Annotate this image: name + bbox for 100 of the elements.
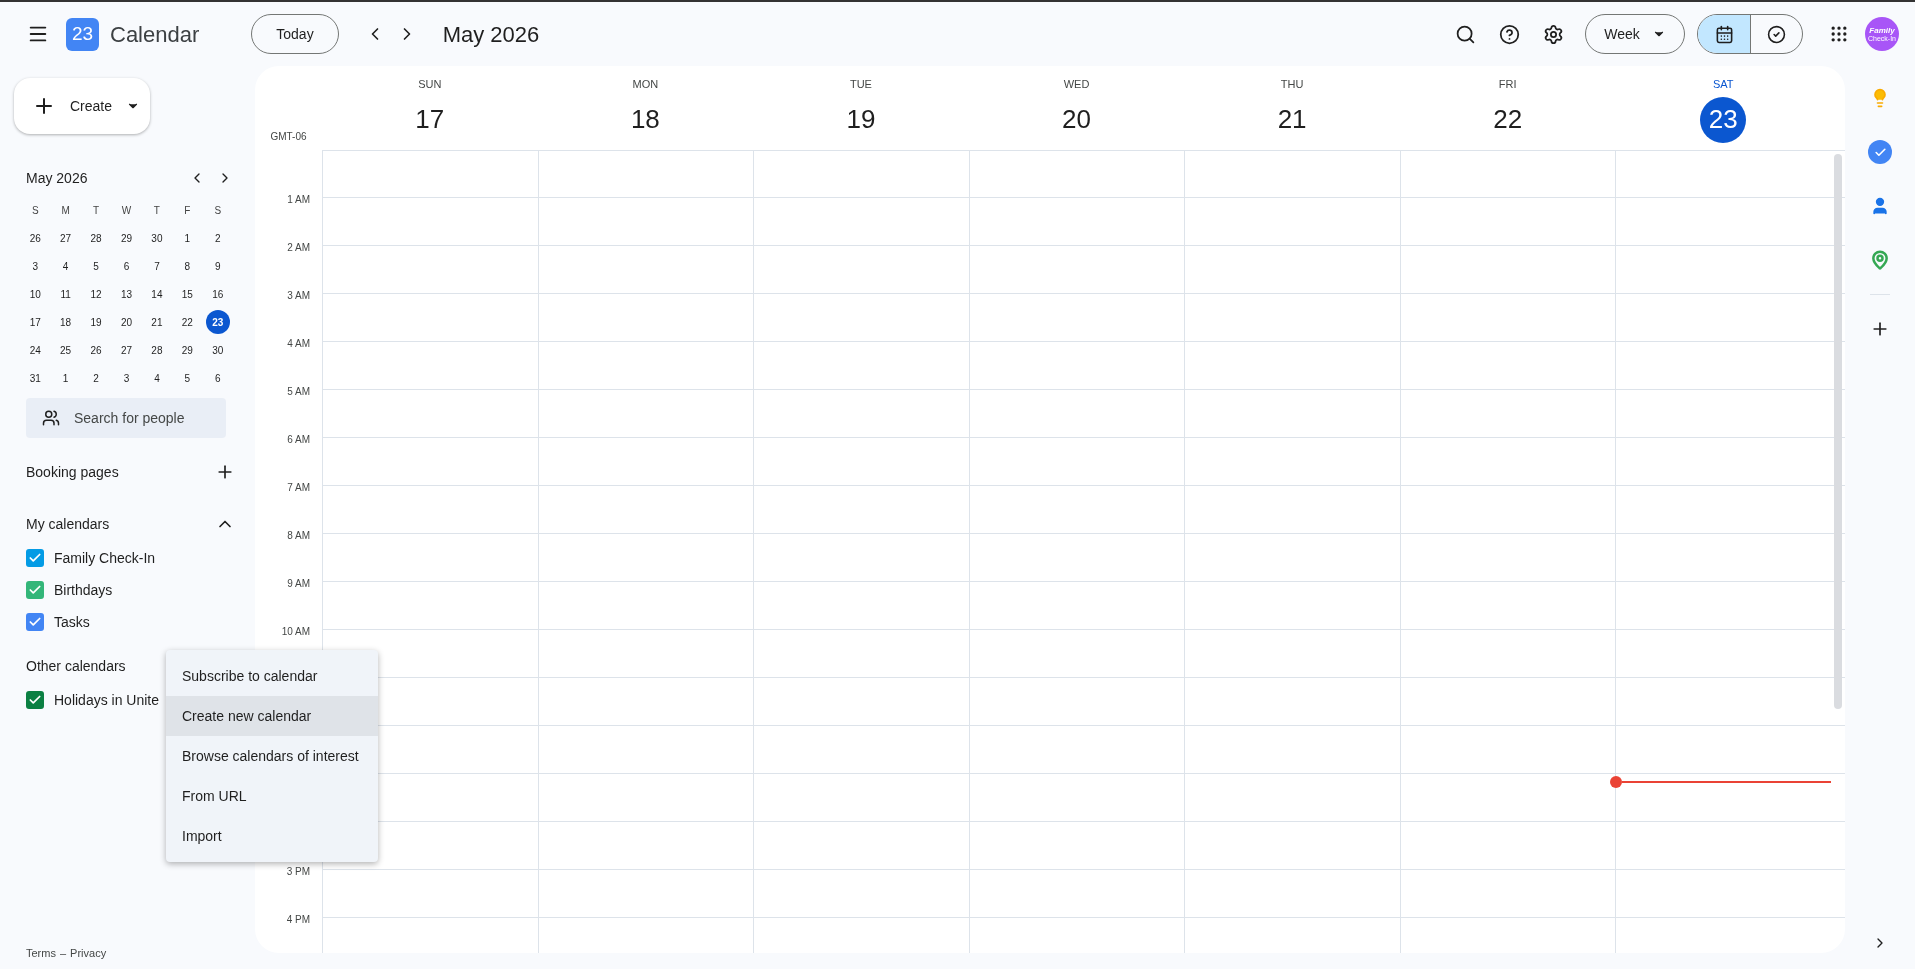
mini-calendar-day[interactable]: 22 — [175, 310, 200, 334]
hour-label: 6 AM — [287, 433, 310, 447]
weekday-label: M — [60, 203, 71, 218]
mini-calendar-day[interactable]: 6 — [114, 254, 139, 278]
menu-item[interactable]: Subscribe to calendar — [166, 656, 378, 696]
mini-calendar-day[interactable]: 17 — [23, 310, 48, 334]
checkbox[interactable] — [26, 549, 44, 567]
day-number[interactable]: 22 — [1484, 96, 1531, 143]
mini-calendar-day[interactable]: 1 — [175, 226, 200, 250]
mini-calendar-day[interactable]: 20 — [114, 310, 139, 334]
day-number[interactable]: 23 — [1700, 96, 1747, 143]
hour-label: 4 AM — [287, 337, 310, 351]
mini-calendar-day[interactable]: 28 — [144, 338, 169, 362]
tasks-button[interactable] — [1868, 140, 1892, 164]
mini-calendar-day[interactable]: 27 — [114, 338, 139, 362]
mini-calendar-day[interactable]: 3 — [23, 254, 48, 278]
mini-calendar-day[interactable]: 11 — [53, 282, 78, 306]
mini-calendar-day[interactable]: 16 — [205, 282, 230, 306]
check-icon — [28, 583, 42, 597]
calendar-logo: 23 — [66, 17, 99, 51]
hour-label: 7 AM — [287, 481, 310, 495]
settings-icon — [1542, 23, 1564, 45]
mini-calendar-day[interactable]: 4 — [144, 366, 169, 390]
mini-calendar-day[interactable]: 3 — [114, 366, 139, 390]
mini-calendar-day[interactable]: 19 — [84, 310, 109, 334]
checkbox[interactable] — [26, 613, 44, 631]
period-title: May 2026 — [442, 20, 540, 49]
mini-calendar-day[interactable]: 28 — [84, 226, 109, 250]
day-number[interactable]: 20 — [1053, 96, 1100, 143]
mini-calendar-day[interactable]: 14 — [144, 282, 169, 306]
mini-calendar-day[interactable]: 7 — [144, 254, 169, 278]
weekday-label: W — [120, 203, 133, 218]
mini-calendar-day[interactable]: 24 — [23, 338, 48, 362]
mini-calendar-day[interactable]: 29 — [175, 338, 200, 362]
create-button[interactable]: Create — [14, 78, 150, 134]
mini-calendar-day[interactable]: 30 — [144, 226, 169, 250]
mini-calendar-day[interactable]: 18 — [53, 310, 78, 334]
weekday-name: SAT — [1712, 77, 1734, 92]
checkbox[interactable] — [26, 581, 44, 599]
section-title: My calendars — [26, 514, 110, 534]
hour-label: 4 PM — [286, 913, 310, 927]
mini-calendar-day[interactable]: 5 — [175, 366, 200, 390]
mini-calendar-day[interactable]: 8 — [175, 254, 200, 278]
mini-calendar-day[interactable]: 2 — [205, 226, 230, 250]
calendar-icon — [1714, 24, 1734, 44]
menu-item[interactable]: Create new calendar — [166, 696, 378, 736]
day-number[interactable]: 21 — [1269, 96, 1316, 143]
terms-link[interactable]: Terms — [26, 944, 56, 961]
mini-calendar-day[interactable]: 21 — [144, 310, 169, 334]
mini-calendar-day[interactable]: 1 — [53, 366, 78, 390]
mini-calendar-day[interactable]: 23 — [205, 310, 230, 334]
mini-calendar-day[interactable]: 26 — [84, 338, 109, 362]
day-number[interactable]: 17 — [406, 96, 453, 143]
search-people-field[interactable]: Search for people — [26, 398, 226, 438]
weekday-label: S — [213, 203, 223, 218]
calendar-view-toggle[interactable] — [1698, 15, 1750, 53]
mini-calendar-day[interactable]: 6 — [205, 366, 230, 390]
weekday-label: T — [92, 203, 101, 218]
mini-calendar-day[interactable]: 26 — [23, 226, 48, 250]
privacy-link[interactable]: Privacy — [70, 944, 107, 961]
search-icon — [1454, 23, 1476, 45]
section-title: Booking pages — [26, 462, 119, 482]
menu-item[interactable]: Browse calendars of interest — [166, 736, 378, 776]
calendar-name: Family Check-In — [54, 548, 156, 568]
hour-label: 3 PM — [286, 865, 310, 879]
section-title: Other calendars — [26, 656, 126, 676]
hour-label: 5 AM — [287, 385, 310, 399]
app-title: Calendar — [110, 20, 200, 49]
mini-calendar-day[interactable]: 27 — [53, 226, 78, 250]
mini-calendar-day[interactable]: 13 — [114, 282, 139, 306]
mini-calendar-day[interactable]: 2 — [84, 366, 109, 390]
mini-calendar-day[interactable]: 10 — [23, 282, 48, 306]
checkbox[interactable] — [26, 691, 44, 709]
mini-calendar-day[interactable]: 15 — [175, 282, 200, 306]
calendar-name: Birthdays — [54, 580, 113, 600]
mini-calendar-day[interactable]: 9 — [205, 254, 230, 278]
weekday-label: T — [152, 203, 161, 218]
people-icon — [42, 409, 60, 427]
hour-label: 10 AM — [281, 625, 310, 639]
mini-calendar-day[interactable]: 12 — [84, 282, 109, 306]
menu-item[interactable]: Import — [166, 816, 378, 856]
check-icon — [1873, 145, 1887, 159]
day-number[interactable]: 18 — [622, 96, 669, 143]
scrollbar[interactable] — [1834, 154, 1843, 709]
weekday-label: S — [30, 203, 40, 218]
check-icon — [28, 551, 42, 565]
mini-calendar-day[interactable]: 4 — [53, 254, 78, 278]
day-number[interactable]: 19 — [837, 96, 884, 143]
weekday-name: TUE — [849, 77, 872, 92]
mini-calendar-day[interactable]: 25 — [53, 338, 78, 362]
mini-calendar-day[interactable]: 30 — [205, 338, 230, 362]
menu-item[interactable]: From URL — [166, 776, 378, 816]
check-icon — [28, 615, 42, 629]
mini-calendar-day[interactable]: 5 — [84, 254, 109, 278]
hour-label: 2 AM — [287, 241, 310, 255]
calendar-name: Tasks — [54, 612, 90, 632]
separator: – — [59, 945, 67, 961]
check-icon — [28, 693, 42, 707]
mini-calendar-day[interactable]: 29 — [114, 226, 139, 250]
mini-calendar-day[interactable]: 31 — [23, 366, 48, 390]
